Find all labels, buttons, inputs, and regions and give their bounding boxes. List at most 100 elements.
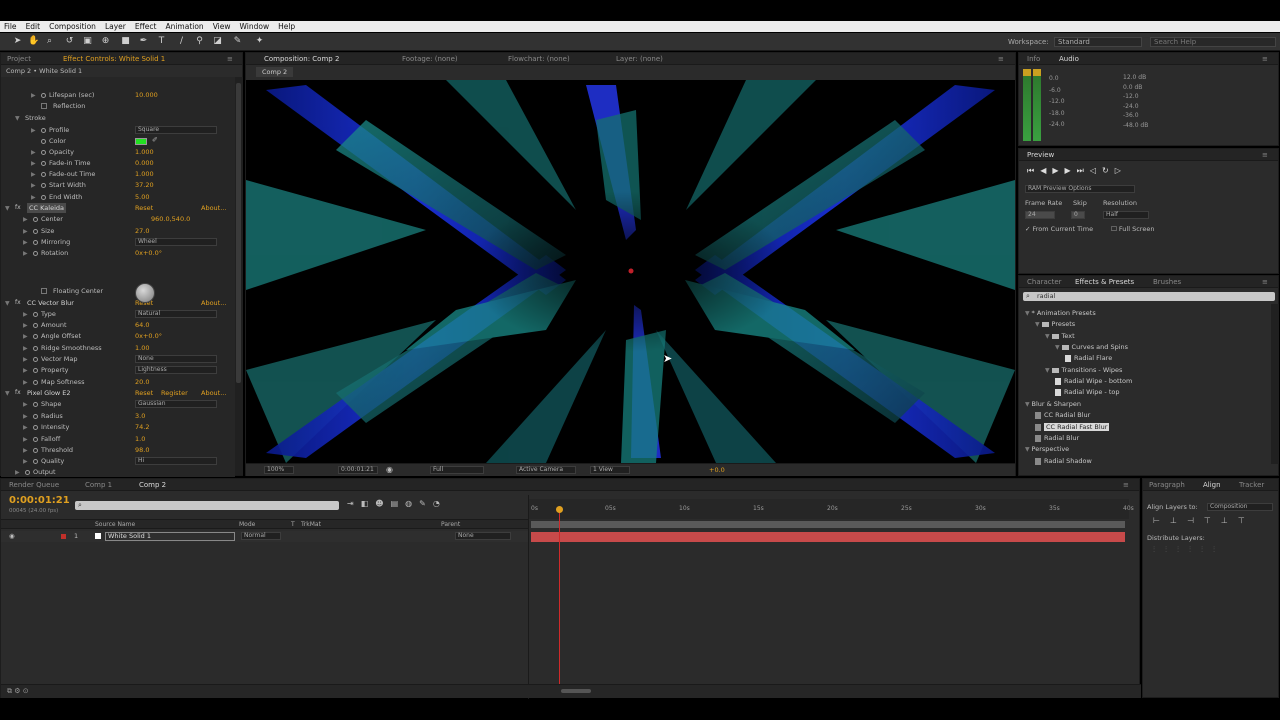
tab-render-queue[interactable]: Render Queue — [9, 481, 59, 489]
property-select[interactable]: Gaussian — [135, 400, 217, 408]
tab-brushes[interactable]: Brushes — [1153, 278, 1181, 286]
motion-blur-icon[interactable]: ◍ — [405, 499, 419, 508]
type-tool-icon[interactable]: T — [156, 36, 167, 47]
tree-item[interactable]: Radial Shadow — [1035, 456, 1092, 466]
property-value[interactable]: 0.000 — [135, 158, 154, 168]
effects-search-input[interactable]: radial — [1023, 292, 1275, 301]
work-area-bar[interactable] — [531, 521, 1125, 528]
tree-item[interactable]: ▼ Perspective — [1025, 444, 1069, 454]
zoom-slider[interactable] — [561, 689, 591, 693]
play-icon[interactable]: ▶ — [1052, 166, 1064, 175]
pen-tool-icon[interactable]: ✒ — [138, 36, 149, 47]
stopwatch-icon[interactable] — [41, 194, 46, 200]
panel-menu-icon[interactable]: ≡ — [227, 55, 233, 63]
fx-toggle-icon[interactable]: fx — [15, 299, 21, 306]
skip-input[interactable]: 0 — [1071, 211, 1085, 219]
stopwatch-icon[interactable] — [33, 379, 38, 385]
selection-tool-icon[interactable]: ➤ — [12, 36, 23, 47]
layer-label-color[interactable] — [61, 534, 66, 539]
align-to-select[interactable]: Composition — [1207, 503, 1273, 511]
tree-item[interactable]: ▼ Blur & Sharpen — [1025, 399, 1081, 409]
current-time-indicator[interactable] — [559, 507, 560, 687]
stopwatch-icon[interactable] — [41, 92, 46, 98]
column-trkmat[interactable]: TrkMat — [301, 521, 321, 528]
snapshot-icon[interactable]: ◉ — [386, 465, 393, 474]
shy-icon[interactable]: ☻ — [375, 499, 390, 508]
stopwatch-icon[interactable] — [33, 311, 38, 317]
stopwatch-icon[interactable] — [33, 333, 38, 339]
property-select[interactable]: Natural — [135, 310, 217, 318]
fx-expand-toggle[interactable]: ▼ — [5, 390, 10, 397]
toggle-switches-icon[interactable]: ⧉ ⚙ ⊙ — [7, 687, 29, 696]
comp-subtab[interactable]: Comp 2 — [256, 67, 294, 77]
expand-toggle[interactable]: ▶ — [31, 92, 36, 99]
distribute-buttons[interactable]: ⫶⫶⫶⫶⫶⫶ — [1153, 545, 1225, 555]
column-parent[interactable]: Parent — [441, 521, 460, 528]
align-buttons[interactable]: ⊢⊥⊣⊤⊥⊤ — [1153, 516, 1255, 525]
stopwatch-icon[interactable] — [41, 138, 46, 144]
property-value[interactable]: 0x+0.0° — [135, 248, 162, 258]
tab-composition[interactable]: Composition: Comp 2 — [264, 55, 339, 63]
property-value[interactable]: 1.000 — [135, 147, 154, 157]
property-value[interactable]: 64.0 — [135, 320, 149, 330]
stopwatch-icon[interactable] — [33, 250, 38, 256]
layer-row[interactable]: ◉ 1 White Solid 1 Normal None — [1, 531, 528, 542]
stopwatch-icon[interactable] — [33, 216, 38, 222]
stopwatch-icon[interactable] — [41, 149, 46, 155]
last-frame-icon[interactable]: ⏭ — [1077, 166, 1090, 175]
view-layout-select[interactable]: 1 View — [590, 466, 630, 474]
fx-expand-toggle[interactable]: ▼ — [5, 205, 10, 212]
expand-toggle[interactable]: ▶ — [15, 469, 20, 476]
tab-flowchart[interactable]: Flowchart: (none) — [508, 55, 570, 63]
stopwatch-icon[interactable] — [33, 228, 38, 234]
eraser-tool-icon[interactable]: ◪ — [212, 36, 223, 47]
pan-behind-tool-icon[interactable]: ⊕ — [100, 36, 111, 47]
menu-item-edit[interactable]: Edit — [26, 22, 41, 31]
fx-toggle-icon[interactable]: fx — [15, 204, 21, 211]
property-value[interactable]: 960.0,540.0 — [151, 214, 190, 224]
camera-tool-icon[interactable]: ▣ — [82, 36, 93, 47]
menu-item-help[interactable]: Help — [278, 22, 295, 31]
tree-item[interactable]: Radial Wipe - bottom — [1055, 376, 1132, 386]
stopwatch-icon[interactable] — [33, 356, 38, 362]
expand-toggle[interactable]: ▶ — [23, 228, 28, 235]
layer-name[interactable]: White Solid 1 — [105, 532, 235, 541]
puppet-tool-icon[interactable]: ✦ — [254, 36, 265, 47]
panel-menu-icon[interactable]: ≡ — [1123, 481, 1129, 489]
roto-brush-tool-icon[interactable]: ✎ — [232, 36, 243, 47]
expand-toggle[interactable]: ▶ — [31, 149, 36, 156]
property-value[interactable]: 98.0 — [135, 445, 149, 455]
zoom-select[interactable]: 100% — [264, 466, 294, 474]
tab-preview[interactable]: Preview — [1027, 151, 1054, 159]
fx-toggle-icon[interactable]: fx — [15, 389, 21, 396]
stopwatch-icon[interactable] — [41, 160, 46, 166]
panel-menu-icon[interactable]: ≡ — [1262, 278, 1268, 286]
next-frame-icon[interactable]: ▶ — [1065, 166, 1077, 175]
menu-item-layer[interactable]: Layer — [105, 22, 126, 31]
reset-link[interactable]: Reset — [135, 388, 153, 398]
tab-paragraph[interactable]: Paragraph — [1149, 481, 1185, 489]
brush-tool-icon[interactable]: ∕ — [176, 36, 187, 47]
property-value[interactable]: 37.20 — [135, 180, 154, 190]
column-t[interactable]: T — [291, 521, 295, 528]
clone-stamp-tool-icon[interactable]: ⚲ — [194, 36, 205, 47]
tab-character[interactable]: Character — [1027, 278, 1062, 286]
checkbox[interactable] — [41, 288, 47, 294]
tab-audio[interactable]: Audio — [1059, 55, 1079, 63]
tree-item[interactable]: Radial Flare — [1065, 353, 1112, 363]
effect-header-cc-vector-blur[interactable]: CC Vector Blur — [27, 298, 74, 308]
prev-frame-icon[interactable]: ◀ — [1040, 166, 1052, 175]
stopwatch-icon[interactable] — [33, 345, 38, 351]
property-select[interactable]: Square — [135, 126, 217, 134]
expand-toggle[interactable]: ▶ — [31, 127, 36, 134]
register-link[interactable]: Register — [161, 388, 188, 398]
expand-toggle[interactable]: ▶ — [23, 333, 28, 340]
stopwatch-icon[interactable] — [33, 322, 38, 328]
property-select[interactable]: Wheel — [135, 238, 217, 246]
rotation-dial[interactable] — [135, 283, 155, 303]
loop-icon[interactable]: ↻ — [1102, 166, 1115, 175]
property-value[interactable]: 1.00 — [135, 343, 149, 353]
graph-editor-icon[interactable]: ◔ — [433, 499, 447, 508]
visibility-icon[interactable]: ◉ — [9, 532, 15, 540]
about-link[interactable]: About... — [201, 203, 226, 213]
